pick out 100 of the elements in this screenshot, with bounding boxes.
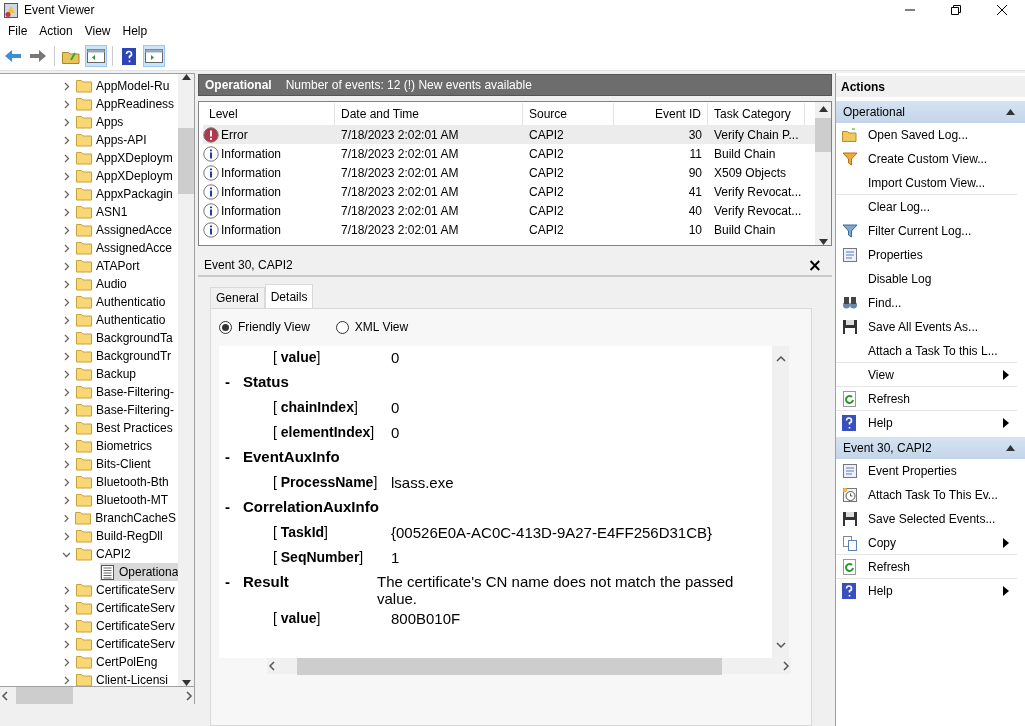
chevron-icon[interactable] [62, 495, 71, 505]
vertical-scrollbar[interactable] [815, 102, 831, 245]
tree-item[interactable]: Best Practices [76, 419, 175, 437]
tree-item[interactable]: Base-Filtering- [76, 383, 177, 401]
chevron-icon[interactable] [62, 81, 71, 91]
tree-item[interactable]: CertificateServ [76, 635, 177, 653]
tree-item[interactable]: Build-RegDll [76, 527, 165, 545]
tree-item[interactable]: Bits-Client [76, 455, 153, 473]
tree-item[interactable]: CAPI2 [76, 545, 133, 563]
scroll-up-icon[interactable] [775, 354, 786, 364]
tree-item[interactable]: CertificateServ [76, 581, 177, 599]
tree-item[interactable]: Authenticatio [76, 311, 168, 329]
task-link[interactable]: Find... [836, 291, 1017, 315]
chevron-icon[interactable] [62, 405, 71, 415]
tree-item[interactable]: Client-Licensi [76, 671, 171, 686]
tree-item[interactable]: AssignedAcce [76, 239, 175, 257]
tree-item[interactable]: Apps-API [76, 131, 149, 149]
toolbar-button[interactable] [143, 45, 165, 67]
chevron-icon[interactable] [62, 639, 71, 649]
radio-button[interactable] [219, 320, 232, 334]
scroll-left-icon[interactable] [267, 661, 277, 671]
task-link[interactable]: Help [836, 579, 1017, 603]
actions-section-header[interactable]: Operational [836, 101, 1025, 123]
scroll-down-icon[interactable] [818, 239, 828, 245]
chevron-icon[interactable] [62, 171, 71, 181]
menu-item[interactable]: View [78, 24, 117, 38]
horizontal-scrollbar[interactable] [267, 658, 791, 674]
chevron-icon[interactable] [62, 207, 71, 217]
menu-item[interactable]: File [2, 24, 34, 38]
task-link[interactable]: Save All Events As... [836, 315, 1017, 339]
event-row[interactable]: Information 7/18/2023 2:02:01 AM CAPI2 90 X509 Objects [203, 163, 815, 182]
task-link[interactable]: Refresh [836, 387, 1017, 411]
close-button[interactable]: × [805, 256, 824, 273]
chevron-icon[interactable] [62, 531, 71, 541]
tree-item[interactable]: ASN1 [76, 203, 130, 221]
radio-label[interactable]: XML View [354, 320, 409, 334]
chevron-icon[interactable] [62, 261, 71, 271]
tree-item[interactable]: Authenticatio [76, 293, 168, 311]
chevron-icon[interactable] [62, 315, 71, 325]
chevron-icon[interactable] [62, 243, 71, 253]
tree-item[interactable]: CertificateServ [76, 599, 177, 617]
radio-label[interactable]: Friendly View [238, 320, 310, 334]
vertical-scrollbar[interactable] [772, 346, 789, 658]
task-link[interactable]: Clear Log... [836, 195, 1017, 219]
chevron-icon[interactable] [62, 333, 71, 343]
tree-item[interactable]: CertificateServ [76, 617, 177, 635]
chevron-icon[interactable] [62, 675, 71, 685]
tree-item[interactable]: Biometrics [76, 437, 154, 455]
chevron-icon[interactable] [62, 279, 71, 289]
tree-item[interactable]: AppModel-Ru [76, 77, 172, 95]
menu-item[interactable]: Action [33, 24, 79, 38]
event-row[interactable]: Information 7/18/2023 2:02:01 AM CAPI2 11 Build Chain [203, 144, 815, 163]
task-link[interactable]: Refresh [836, 555, 1017, 579]
menu-item[interactable]: Help [116, 24, 154, 38]
tab[interactable]: Details [264, 284, 314, 308]
tree-item[interactable]: Bluetooth-MT [76, 491, 171, 509]
tree-item[interactable]: AppReadiness [76, 95, 177, 113]
collapse-icon[interactable] [1006, 109, 1015, 115]
chevron-icon[interactable] [62, 657, 71, 667]
scroll-thumb[interactable] [815, 118, 831, 152]
tree-item[interactable]: Apps [76, 113, 126, 131]
scroll-left-icon[interactable] [0, 690, 10, 701]
task-link[interactable]: Event Properties [836, 459, 1017, 483]
tree-item[interactable]: BackgroundTa [76, 329, 175, 347]
scroll-right-icon[interactable] [781, 661, 791, 671]
scroll-down-icon[interactable] [775, 640, 786, 650]
scroll-up-icon[interactable] [181, 74, 191, 80]
task-link[interactable]: Filter Current Log... [836, 219, 1017, 243]
task-link[interactable]: Help [836, 411, 1017, 435]
tree-item[interactable]: Base-Filtering- [76, 401, 177, 419]
chevron-icon[interactable] [62, 387, 71, 397]
scroll-thumb[interactable] [178, 128, 194, 194]
tab[interactable]: General [210, 287, 265, 308]
task-link[interactable]: View [836, 363, 1017, 387]
tree-item[interactable]: BranchCacheS [75, 509, 178, 527]
collapse-marker[interactable]: - [225, 373, 243, 390]
chevron-icon[interactable] [62, 297, 71, 307]
chevron-icon[interactable] [62, 135, 71, 145]
task-link[interactable]: Attach Task To This Ev... [836, 483, 1017, 507]
tree-item[interactable]: BackgroundTr [76, 347, 173, 365]
scroll-thumb[interactable] [16, 687, 73, 704]
chevron-icon[interactable] [62, 423, 71, 433]
tree-item[interactable]: Bluetooth-Bth [76, 473, 171, 491]
event-row[interactable]: Error 7/18/2023 2:02:01 AM CAPI2 30 Verify Chain P... [203, 125, 815, 144]
event-row[interactable]: Information 7/18/2023 2:02:01 AM CAPI2 10 Build Chain [203, 220, 815, 239]
tree-item[interactable]: ATAPort [76, 257, 142, 275]
chevron-icon[interactable] [62, 477, 71, 487]
tree-item[interactable]: Operationa [100, 563, 178, 581]
tree-item[interactable]: AppXDeploym [76, 149, 175, 167]
task-link[interactable]: Open Saved Log... [836, 123, 1017, 147]
scroll-right-icon[interactable] [184, 690, 194, 701]
chevron-icon[interactable] [62, 189, 71, 199]
chevron-icon[interactable] [62, 513, 71, 523]
collapse-marker[interactable]: - [225, 448, 243, 465]
tree-item[interactable]: CertPolEng [76, 653, 160, 671]
chevron-icon[interactable] [62, 99, 71, 109]
toolbar-button[interactable] [85, 45, 107, 67]
tree-item[interactable]: AppXDeploym [76, 167, 175, 185]
chevron-icon[interactable] [62, 585, 71, 595]
collapse-marker[interactable]: - [225, 573, 243, 590]
